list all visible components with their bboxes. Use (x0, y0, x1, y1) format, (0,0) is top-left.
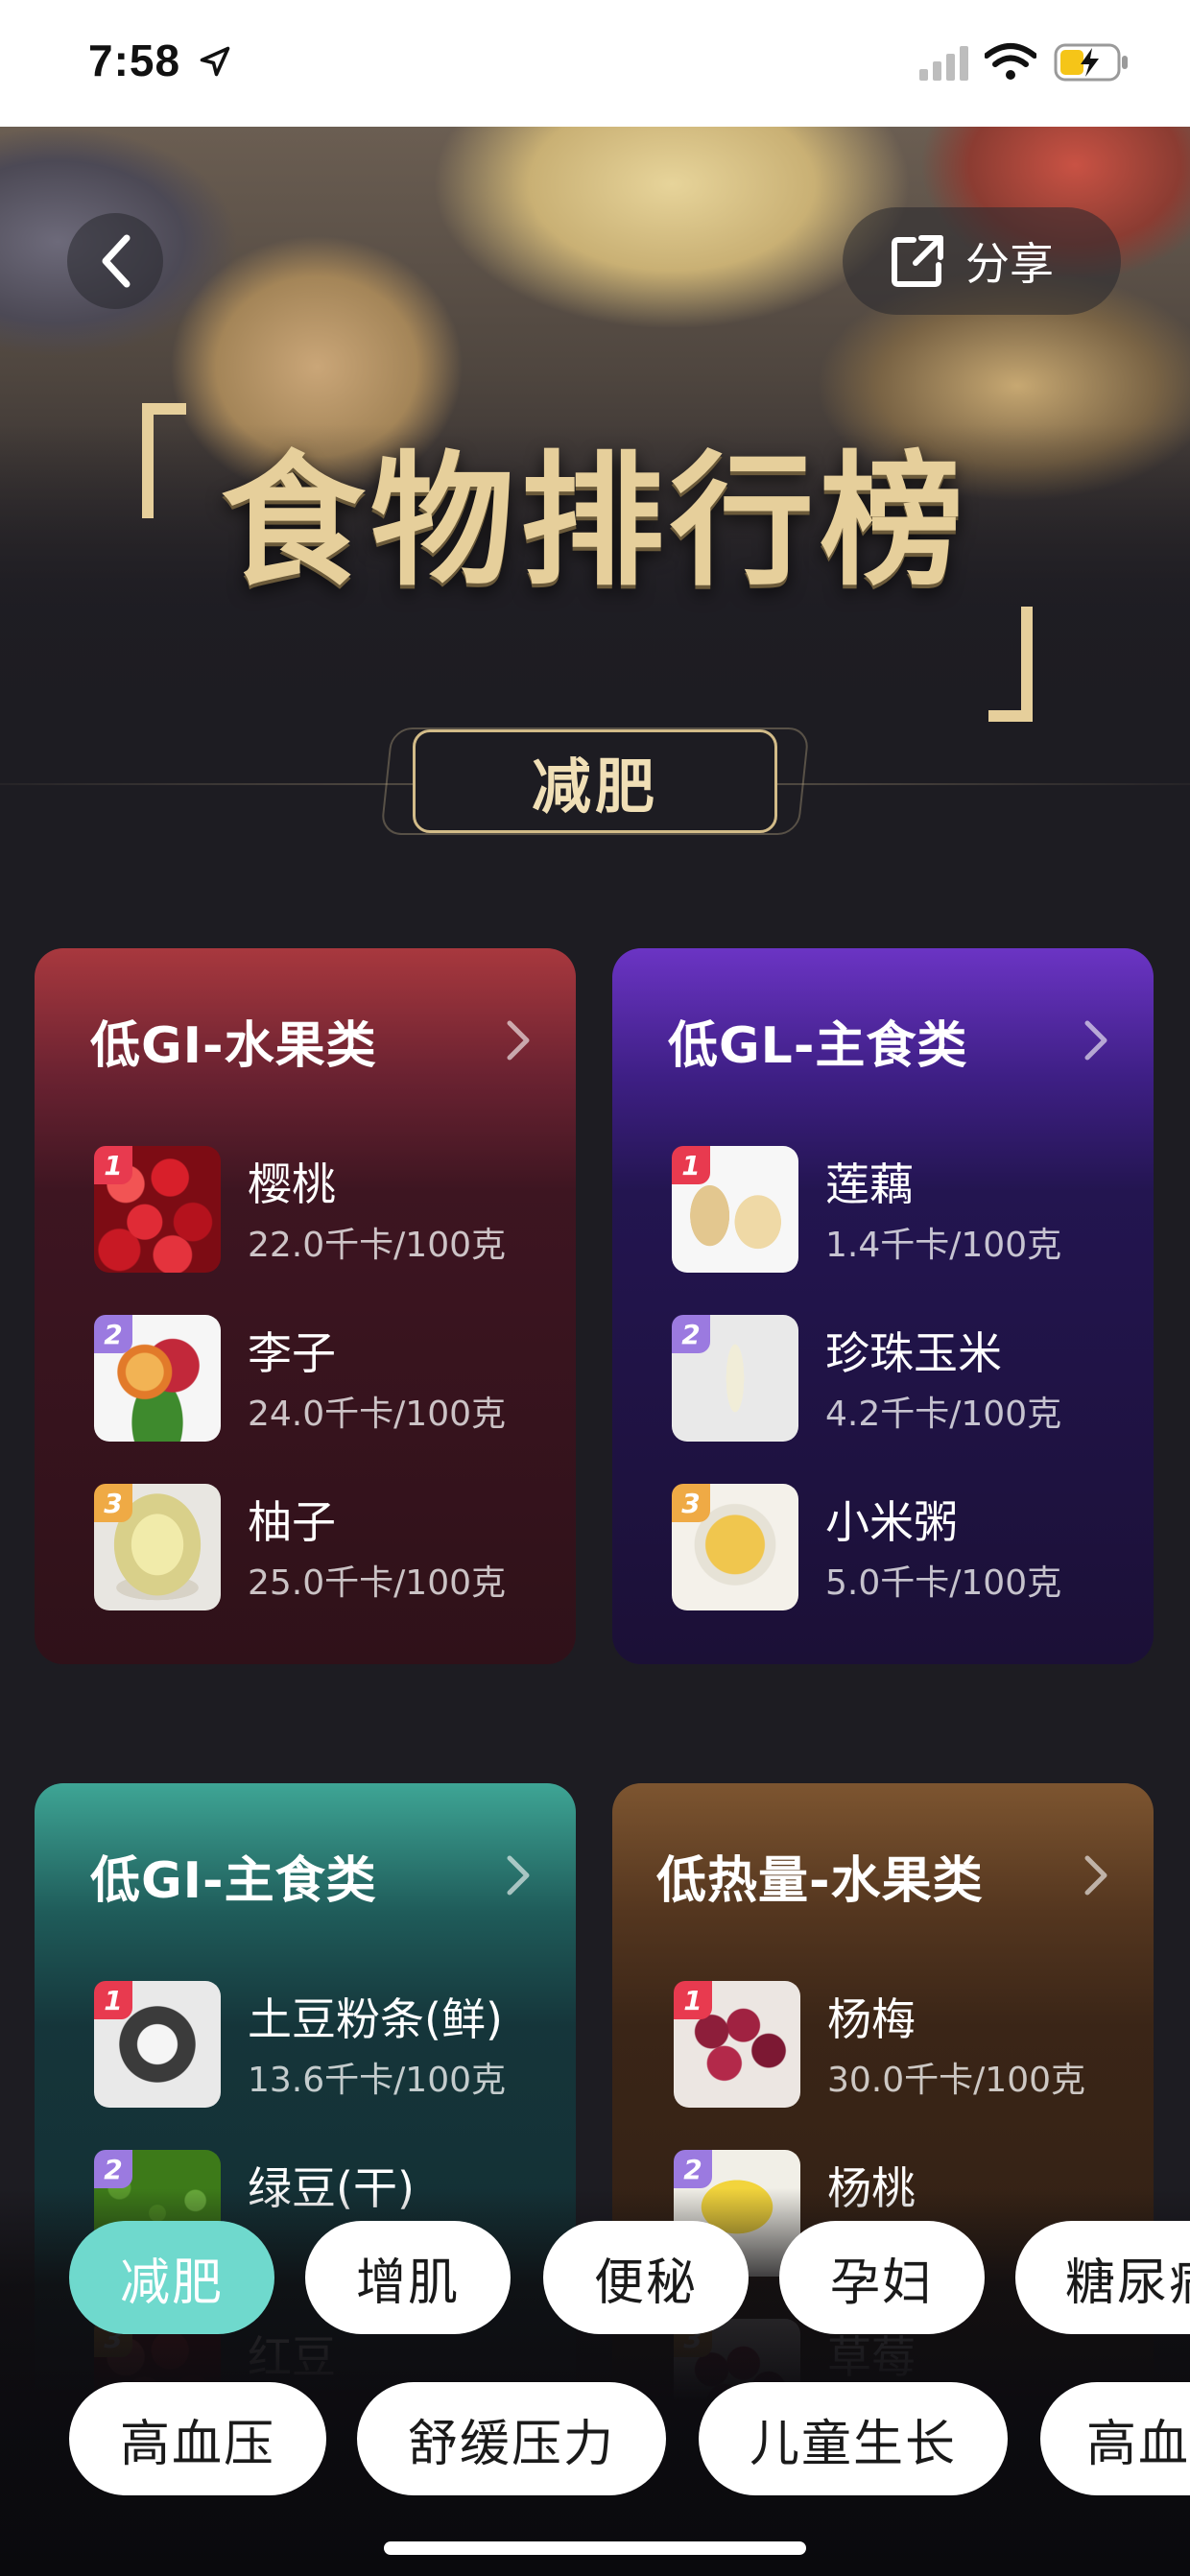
food-calories: 1.4千卡/100克 (825, 1226, 1062, 1265)
list-item[interactable]: 1 杨梅 30.0千卡/100克 (674, 1981, 1134, 2111)
category-chip-weight-loss[interactable]: 减肥 (69, 2221, 274, 2334)
list-item[interactable]: 2 珍珠玉米 4.2千卡/100克 (672, 1315, 1132, 1445)
list-item[interactable]: 1 樱桃 22.0千卡/100克 (94, 1146, 555, 1276)
card-header[interactable]: 低GI-水果类 (90, 1002, 537, 1079)
list-item[interactable]: 1 莲藕 1.4千卡/100克 (672, 1146, 1132, 1276)
chevron-right-icon (1077, 1012, 1115, 1069)
food-name: 杨梅 (827, 1993, 916, 2045)
food-name: 小米粥 (825, 1496, 958, 1548)
status-bar: 7:58 (0, 0, 1190, 127)
food-calories: 25.0千卡/100克 (248, 1563, 506, 1603)
category-chip-muscle-gain[interactable]: 增肌 (305, 2221, 511, 2334)
share-label: 分享 (965, 238, 1054, 290)
category-chip-stress-relief[interactable]: 舒缓压力 (357, 2382, 666, 2495)
food-calories: 22.0千卡/100克 (248, 1226, 506, 1265)
ranking-card-low-gi-fruit[interactable]: 低GI-水果类 1 樱桃 22.0千卡/100克 2 李子 24.0千卡/100… (35, 948, 576, 1664)
list-item[interactable]: 3 柚子 25.0千卡/100克 (94, 1484, 555, 1614)
signal-icon (919, 46, 968, 81)
page-title: 食物排行榜 (220, 439, 969, 606)
chevron-right-icon (499, 1847, 537, 1904)
rank-badge: 3 (94, 1484, 132, 1522)
rank-badge: 2 (672, 1315, 710, 1353)
card-title: 低GL-主食类 (668, 1016, 968, 1075)
food-name: 土豆粉条(鲜) (248, 1993, 503, 2045)
category-chip-diabetes[interactable]: 糖尿病 (1015, 2221, 1190, 2334)
list-item[interactable]: 3 小米粥 5.0千卡/100克 (672, 1484, 1132, 1614)
share-icon (892, 235, 943, 287)
hero-banner: 分享 食物排行榜 (0, 127, 1190, 741)
list-item[interactable]: 1 土豆粉条(鲜) 13.6千卡/100克 (94, 1981, 555, 2111)
home-indicator[interactable] (384, 2541, 806, 2555)
food-calories: 24.0千卡/100克 (248, 1395, 506, 1434)
list-item[interactable]: 2 李子 24.0千卡/100克 (94, 1315, 555, 1445)
back-button[interactable] (67, 213, 163, 309)
food-name: 珍珠玉米 (825, 1327, 1002, 1379)
card-header[interactable]: 低GI-主食类 (90, 1837, 537, 1914)
food-calories: 5.0千卡/100克 (825, 1563, 1062, 1603)
card-header[interactable]: 低热量-水果类 (656, 1837, 1115, 1914)
rank-badge: 1 (94, 1981, 132, 2019)
food-calories: 4.2千卡/100克 (825, 1395, 1062, 1434)
category-chip-hypertension[interactable]: 高血压 (69, 2382, 326, 2495)
rank-badge: 3 (672, 1484, 710, 1522)
section-title: 减肥 (413, 729, 777, 833)
chevron-right-icon (1077, 1847, 1115, 1904)
status-time: 7:58 (88, 36, 181, 85)
rank-badge: 2 (94, 2150, 132, 2188)
rank-badge: 1 (674, 1981, 712, 2019)
battery-charging-icon (1054, 43, 1128, 82)
food-name: 李子 (248, 1327, 336, 1379)
card-title: 低GI-水果类 (90, 1016, 377, 1075)
food-name: 樱桃 (248, 1158, 336, 1210)
chevron-right-icon (499, 1012, 537, 1069)
food-name: 莲藕 (825, 1158, 914, 1210)
rank-badge: 1 (672, 1146, 710, 1184)
wifi-icon (985, 43, 1036, 80)
category-chip-pregnancy[interactable]: 孕妇 (779, 2221, 985, 2334)
location-arrow-icon (200, 46, 230, 77)
rank-badge: 1 (94, 1146, 132, 1184)
food-name: 柚子 (248, 1496, 336, 1548)
ranking-card-low-gl-staple[interactable]: 低GL-主食类 1 莲藕 1.4千卡/100克 2 珍珠玉米 4.2千卡/100… (612, 948, 1154, 1664)
category-chip-constipation[interactable]: 便秘 (543, 2221, 749, 2334)
rank-badge: 2 (674, 2150, 712, 2188)
category-chip-child-growth[interactable]: 儿童生长 (699, 2382, 1008, 2495)
food-calories: 13.6千卡/100克 (248, 2061, 506, 2100)
share-button[interactable]: 分享 (843, 207, 1121, 315)
card-title: 低热量-水果类 (656, 1851, 984, 1910)
back-icon (102, 234, 131, 288)
rank-badge: 2 (94, 1315, 132, 1353)
card-header[interactable]: 低GL-主食类 (668, 1002, 1115, 1079)
card-title: 低GI-主食类 (90, 1851, 377, 1910)
food-calories: 30.0千卡/100克 (827, 2061, 1085, 2100)
category-chip-hyperlipidemia[interactable]: 高血脂 (1040, 2382, 1190, 2495)
title-bracket-right (988, 607, 1033, 722)
